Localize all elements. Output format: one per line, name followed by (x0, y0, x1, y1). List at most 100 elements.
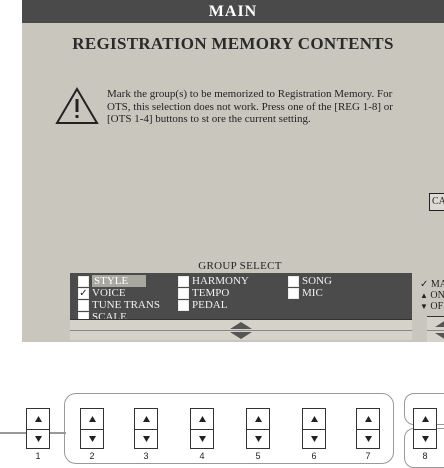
down-button[interactable] (414, 429, 436, 449)
panel-button-5[interactable] (246, 408, 270, 449)
checkbox[interactable] (78, 276, 89, 287)
triangle-up-icon (435, 321, 444, 327)
scroll-down-button[interactable] (70, 330, 412, 341)
group-item-style[interactable]: STYLE (78, 275, 147, 287)
group-item-label: HARMONY (192, 275, 249, 287)
down-button[interactable] (357, 429, 379, 449)
panel-button-3[interactable] (134, 408, 158, 449)
triangle-down-icon (255, 435, 262, 442)
panel-button-2[interactable] (80, 408, 104, 449)
triangle-down-icon (230, 332, 252, 339)
checkbox[interactable] (288, 288, 299, 299)
mark-legend: ✓ MARK ▲ ON ▼ OFF (420, 279, 444, 312)
triangle-down-icon (422, 435, 429, 442)
group-item-voice[interactable]: ✓ VOICE (78, 288, 126, 299)
mark-legend-on: ▲ ON (420, 290, 444, 301)
down-button[interactable] (191, 429, 213, 449)
up-button[interactable] (303, 409, 325, 430)
mark-off-button[interactable] (427, 330, 444, 342)
group-item-label: SONG (302, 275, 332, 287)
group-item-tune-trans[interactable]: TUNE TRANS (78, 300, 160, 311)
group-select-panel: STYLE ✓ VOICE TUNE TRANS SCALE HARMONY TE… (70, 273, 412, 340)
down-button[interactable] (303, 429, 325, 449)
check-mark-icon: ✓ (420, 279, 429, 290)
group-item-song[interactable]: SONG (288, 276, 332, 287)
group-item-label: PEDAL (192, 299, 228, 311)
group-item-harmony[interactable]: HARMONY (178, 276, 249, 287)
button-number: 7 (365, 451, 371, 461)
triangle-down-icon (143, 435, 150, 442)
button-number: 1 (35, 451, 41, 461)
panel-button-4[interactable] (190, 408, 214, 449)
group-item-label: VOICE (92, 287, 126, 299)
button-group-outline (64, 393, 394, 464)
down-button[interactable] (81, 429, 103, 449)
group-select-label: GROUP SELECT (198, 260, 282, 272)
group-item-label: TEMPO (192, 287, 230, 299)
triangle-up-icon (365, 416, 372, 422)
checkbox[interactable] (178, 276, 189, 287)
button-number: 2 (89, 451, 95, 461)
cancel-button[interactable]: CANCEL (429, 193, 444, 211)
triangle-up-icon (143, 416, 150, 422)
up-button[interactable] (357, 409, 379, 430)
panel-button-1[interactable] (26, 408, 50, 449)
triangle-down-icon (199, 435, 206, 442)
checkbox[interactable] (288, 276, 299, 287)
group-item-mic[interactable]: MIC (288, 288, 323, 299)
triangle-down-icon (35, 435, 42, 442)
triangle-up-icon (311, 416, 318, 422)
button-number: 8 (422, 451, 428, 461)
mark-on-button[interactable] (427, 317, 444, 330)
group-item-label: MIC (302, 287, 323, 299)
triangle-down-icon (365, 435, 372, 442)
button-number: 4 (199, 451, 205, 461)
scroll-up-button[interactable] (70, 320, 412, 330)
down-button[interactable] (27, 429, 49, 449)
triangle-up-icon (35, 416, 42, 422)
triangle-up-icon (230, 322, 252, 329)
up-button[interactable] (27, 409, 49, 430)
triangle-up-icon (255, 416, 262, 422)
panel-button-6[interactable] (302, 408, 326, 449)
triangle-down-icon: ▼ (420, 302, 428, 311)
group-item-pedal[interactable]: PEDAL (178, 300, 227, 311)
dialog-heading: REGISTRATION MEMORY CONTENTS (72, 34, 394, 53)
up-button[interactable] (191, 409, 213, 430)
panel-button-8[interactable] (413, 408, 437, 449)
checkbox[interactable] (78, 300, 89, 311)
mark-on-label: ON (430, 290, 444, 301)
triangle-up-icon: ▲ (420, 291, 428, 300)
checkbox[interactable] (178, 300, 189, 311)
button-number: 3 (143, 451, 149, 461)
mark-off-label: OFF (430, 301, 444, 312)
button-number: 5 (255, 451, 261, 461)
triangle-down-icon (89, 435, 96, 442)
down-button[interactable] (247, 429, 269, 449)
page-title: MAIN (208, 3, 258, 20)
triangle-down-icon (435, 333, 444, 339)
group-item-label: STYLE (92, 275, 147, 287)
up-button[interactable] (414, 409, 436, 430)
mark-legend-off: ▼ OFF (420, 301, 444, 312)
mark-scroll-bar (427, 316, 444, 342)
warning-icon (55, 87, 99, 124)
triangle-down-icon (311, 435, 318, 442)
group-item-tempo[interactable]: TEMPO (178, 288, 229, 299)
up-button[interactable] (135, 409, 157, 430)
group-scroll-bar (70, 319, 412, 340)
mark-label: MARK (430, 279, 444, 290)
page-title-bar: MAIN (22, 0, 444, 23)
group-item-label: TUNE TRANS (92, 299, 160, 311)
instruction-message: Mark the group(s) to be memorized to Reg… (107, 88, 393, 125)
mark-legend-title: ✓ MARK (420, 279, 444, 290)
triangle-up-icon (199, 416, 206, 422)
up-button[interactable] (247, 409, 269, 430)
down-button[interactable] (135, 429, 157, 449)
checkbox-checked[interactable]: ✓ (78, 288, 89, 299)
checkbox[interactable] (178, 288, 189, 299)
panel-button-7[interactable] (356, 408, 380, 449)
button-number: 6 (311, 451, 317, 461)
lcd-screen: MAIN REGISTRATION MEMORY CONTENTS Mark t… (22, 0, 444, 342)
up-button[interactable] (81, 409, 103, 430)
